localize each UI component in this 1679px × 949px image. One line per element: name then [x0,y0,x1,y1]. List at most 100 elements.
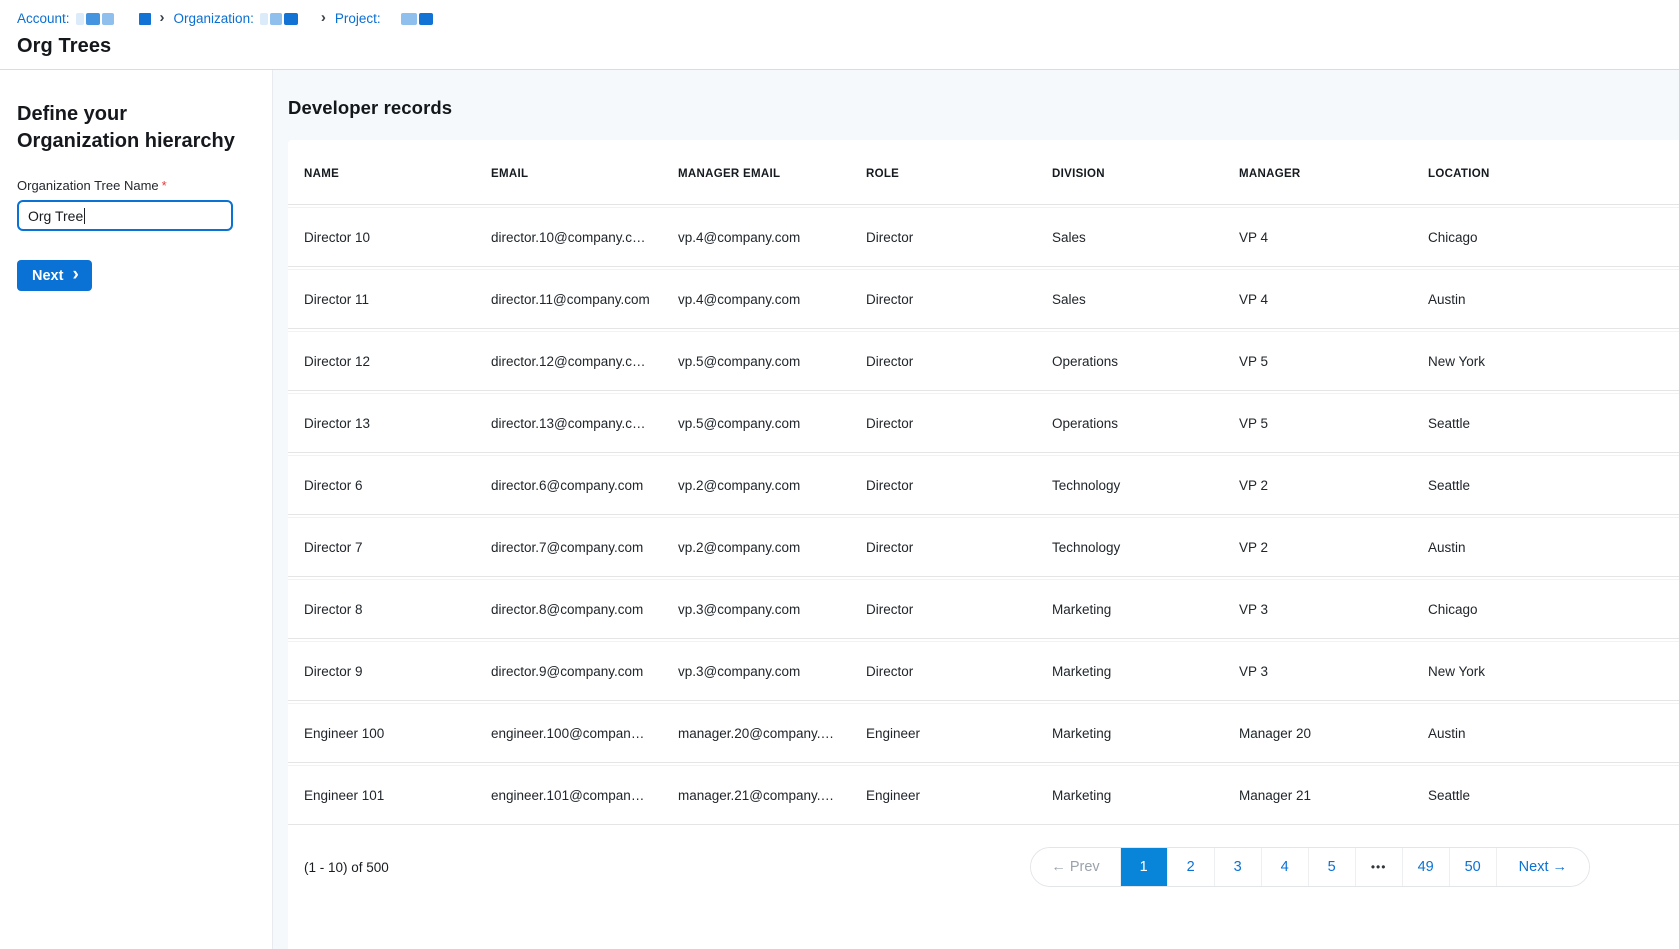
cell-role: Director [850,455,1036,515]
content-area: Define your Organization hierarchy Organ… [0,70,1679,949]
pagination-range-text: (1 - 10) of 500 [304,860,389,875]
redacted-value [139,13,151,25]
breadcrumb-project[interactable]: Project: [335,11,433,26]
breadcrumb-account[interactable]: Account: [17,11,114,26]
pagination-next-button[interactable]: Next → [1497,848,1589,886]
column-header-email: EMAIL [475,144,662,205]
cell-name: Engineer 100 [288,703,475,763]
sidebar: Define your Organization hierarchy Organ… [0,70,273,949]
next-button[interactable]: Next › [17,260,92,291]
cell-division: Marketing [1036,641,1223,701]
cell-location: Seattle [1412,393,1679,453]
redacted-organization-value [260,13,298,25]
table-header-row: NAMEEMAILMANAGER EMAILROLEDIVISIONMANAGE… [288,144,1679,205]
cell-manager: Manager 20 [1223,703,1412,763]
cell-name: Director 7 [288,517,475,577]
cell-manager: VP 3 [1223,579,1412,639]
table-row: Director 9director.9@company.comvp.3@com… [288,641,1679,701]
cell-location: Austin [1412,269,1679,329]
table-row: Director 10director.10@company.comvp.4@c… [288,207,1679,267]
column-header-manager: MANAGER [1223,144,1412,205]
cell-role: Director [850,517,1036,577]
pagination-page-5[interactable]: 5 [1309,848,1356,886]
redacted-account-value [76,13,114,25]
pagination-prev-button: ← Prev [1031,848,1120,886]
cell-email: engineer.100@company.com [475,703,662,763]
cell-role: Engineer [850,765,1036,825]
table-row: Engineer 100engineer.100@company.commana… [288,703,1679,763]
cell-email: director.12@company.com [475,331,662,391]
cell-division: Marketing [1036,765,1223,825]
cell-manager: VP 2 [1223,517,1412,577]
cell-manager_email: manager.20@company.com [662,703,850,763]
cell-name: Director 13 [288,393,475,453]
cell-name: Director 9 [288,641,475,701]
cell-name: Director 10 [288,207,475,267]
cell-email: director.9@company.com [475,641,662,701]
organization-tree-name-input[interactable]: Org Tree [17,200,233,231]
table-row: Director 7director.7@company.comvp.2@com… [288,517,1679,577]
cell-location: Seattle [1412,455,1679,515]
cell-name: Director 6 [288,455,475,515]
chevron-right-icon: › [72,265,78,284]
pagination-bar: (1 - 10) of 500 ← Prev12345•••4950Next → [288,827,1679,887]
next-button-label: Next [32,268,63,284]
cell-location: Seattle [1412,765,1679,825]
cell-manager: VP 5 [1223,393,1412,453]
cell-manager_email: vp.5@company.com [662,393,850,453]
cell-location: Chicago [1412,207,1679,267]
cell-role: Director [850,393,1036,453]
cell-location: New York [1412,641,1679,701]
cell-name: Director 11 [288,269,475,329]
cell-email: engineer.101@company.com [475,765,662,825]
cell-name: Director 8 [288,579,475,639]
cell-email: director.6@company.com [475,455,662,515]
pagination-page-2[interactable]: 2 [1168,848,1215,886]
cell-division: Marketing [1036,579,1223,639]
column-header-role: ROLE [850,144,1036,205]
breadcrumb: Account: › Organization: › Project: [17,10,1679,27]
cell-email: director.11@company.com [475,269,662,329]
cell-manager: VP 4 [1223,207,1412,267]
pagination-page-50[interactable]: 50 [1450,848,1497,886]
cell-email: director.8@company.com [475,579,662,639]
breadcrumb-project-label: Project: [335,11,381,26]
breadcrumb-organization-label: Organization: [174,11,254,26]
pagination-page-49[interactable]: 49 [1403,848,1450,886]
redacted-project-value [401,13,433,25]
breadcrumb-organization[interactable]: Organization: [174,11,298,26]
table-row: Director 12director.12@company.comvp.5@c… [288,331,1679,391]
column-header-location: LOCATION [1412,144,1679,205]
table-row: Director 13director.13@company.comvp.5@c… [288,393,1679,453]
cell-email: director.13@company.com [475,393,662,453]
cell-role: Director [850,641,1036,701]
table-row: Director 11director.11@company.comvp.4@c… [288,269,1679,329]
sidebar-heading: Define your Organization hierarchy [17,101,252,155]
breadcrumb-account-label: Account: [17,11,70,26]
developer-records-table: NAMEEMAILMANAGER EMAILROLEDIVISIONMANAGE… [288,142,1679,827]
cell-email: director.7@company.com [475,517,662,577]
cell-division: Sales [1036,269,1223,329]
cell-manager_email: vp.4@company.com [662,269,850,329]
cell-location: New York [1412,331,1679,391]
cell-manager_email: vp.5@company.com [662,331,850,391]
cell-manager_email: manager.21@company.com [662,765,850,825]
chevron-right-icon: › [158,10,167,27]
pagination-page-3[interactable]: 3 [1215,848,1262,886]
cell-manager_email: vp.2@company.com [662,517,850,577]
column-header-division: DIVISION [1036,144,1223,205]
table-row: Director 8director.8@company.comvp.3@com… [288,579,1679,639]
cell-manager: Manager 21 [1223,765,1412,825]
column-header-name: NAME [288,144,475,205]
pagination-page-4[interactable]: 4 [1262,848,1309,886]
text-cursor [84,208,85,224]
cell-division: Marketing [1036,703,1223,763]
chevron-right-icon: › [319,10,328,27]
pagination-ellipsis[interactable]: ••• [1356,848,1403,886]
cell-division: Sales [1036,207,1223,267]
cell-division: Technology [1036,455,1223,515]
main-panel: Developer records NAMEEMAILMANAGER EMAIL… [273,70,1679,949]
required-marker: * [162,178,167,193]
section-heading: Developer records [288,97,1679,119]
pagination-page-1[interactable]: 1 [1121,848,1168,886]
